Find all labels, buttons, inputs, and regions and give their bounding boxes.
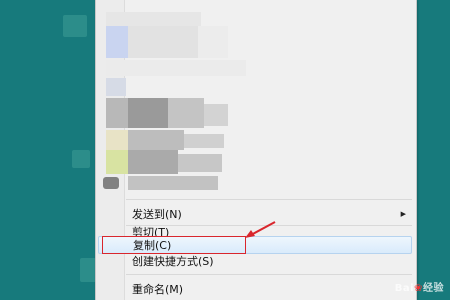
menu-separator bbox=[126, 274, 412, 275]
context-menu: 发送到(N) ▶ 剪切(T) 复制(C) 创建快捷方式(S) 重命名(M) bbox=[95, 0, 417, 300]
annotation-arrow-icon bbox=[245, 221, 276, 238]
submenu-arrow-icon: ▶ bbox=[400, 210, 406, 218]
menu-item-label: 发送到(N) bbox=[132, 208, 182, 221]
watermark-logo: Bai❀经验 bbox=[394, 283, 444, 294]
pixelated-menu-region bbox=[106, 12, 396, 190]
menu-item-label: 创建快捷方式(S) bbox=[132, 255, 214, 268]
menu-item-label: 重命名(M) bbox=[132, 283, 184, 296]
desktop-icon-blurred bbox=[72, 150, 90, 168]
blurred-icon bbox=[103, 177, 119, 189]
desktop-icon-blurred bbox=[63, 15, 87, 37]
menu-separator bbox=[126, 199, 412, 200]
annotation-highlight-box bbox=[102, 236, 246, 254]
menu-item-rename[interactable]: 重命名(M) bbox=[96, 279, 416, 299]
menu-item-create-shortcut[interactable]: 创建快捷方式(S) bbox=[96, 251, 416, 271]
